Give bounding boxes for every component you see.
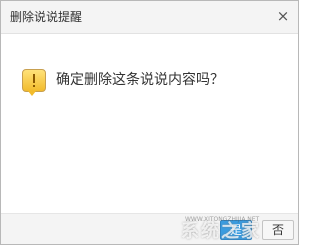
dialog-message: 确定删除这条说说内容吗？ — [56, 72, 224, 88]
warning-icon-bar — [33, 74, 35, 83]
yes-button[interactable]: 是 — [220, 220, 252, 240]
dialog-footer: 是 否 — [1, 213, 298, 244]
dialog-title: 删除说说提醒 — [10, 10, 83, 24]
no-button[interactable]: 否 — [262, 220, 294, 240]
close-icon[interactable]: × — [276, 9, 290, 24]
dialog-titlebar[interactable]: 删除说说提醒 × — [1, 1, 298, 34]
confirm-dialog: 删除说说提醒 × 确定删除这条说说内容吗？ 是 否 WWW.XITONGZHIJ… — [0, 0, 299, 245]
warning-icon-tail — [28, 91, 36, 96]
warning-icon — [22, 69, 46, 96]
warning-icon-dot — [33, 85, 35, 87]
